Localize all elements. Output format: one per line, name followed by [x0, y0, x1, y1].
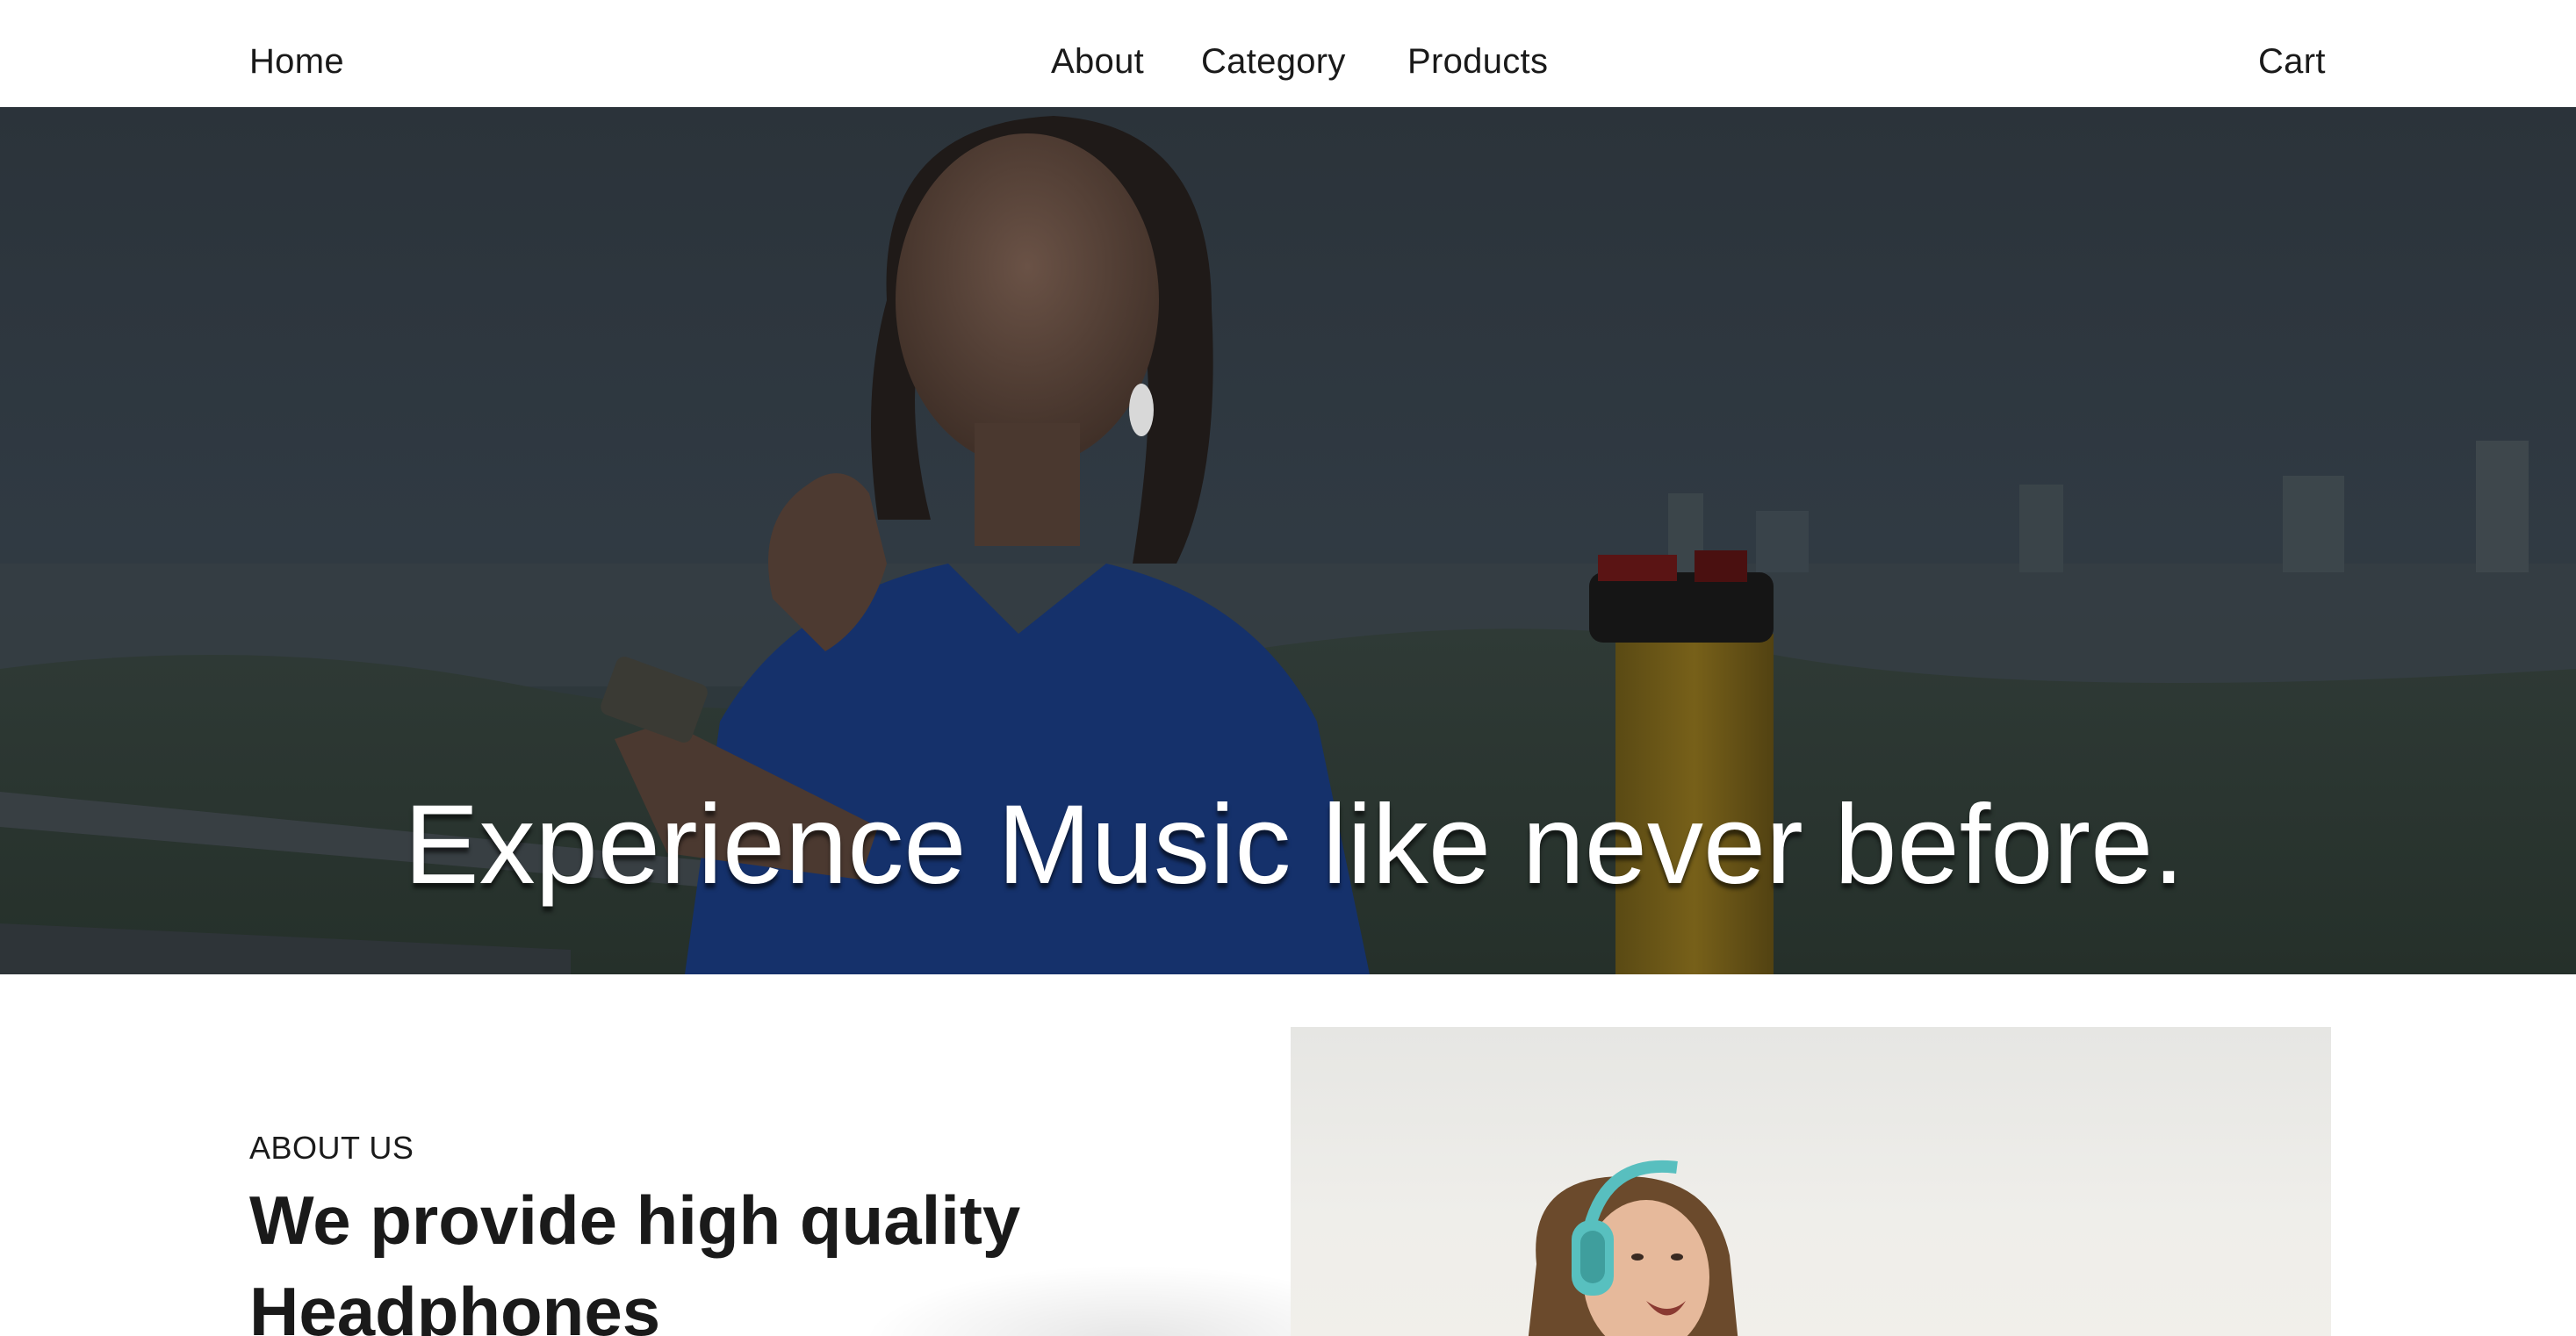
nav-home-link[interactable]: Home [249, 39, 344, 84]
headphones-model-image [1528, 1160, 1738, 1336]
top-navigation: Home About Category Products Cart [0, 0, 2576, 107]
nav-products-link[interactable]: Products [1407, 39, 1548, 84]
about-kicker: ABOUT US [249, 1130, 414, 1166]
hero-title: Experience Music like never before. [404, 781, 2184, 908]
nav-about-link[interactable]: About [1051, 39, 1144, 84]
nav-category-link[interactable]: Category [1201, 39, 1346, 84]
about-image [1291, 1027, 2331, 1336]
about-section: ABOUT US We provide high quality Headpho… [0, 974, 2576, 1336]
hero-banner: Experience Music like never before. [0, 107, 2576, 974]
nav-cart-link[interactable]: Cart [2258, 39, 2326, 84]
